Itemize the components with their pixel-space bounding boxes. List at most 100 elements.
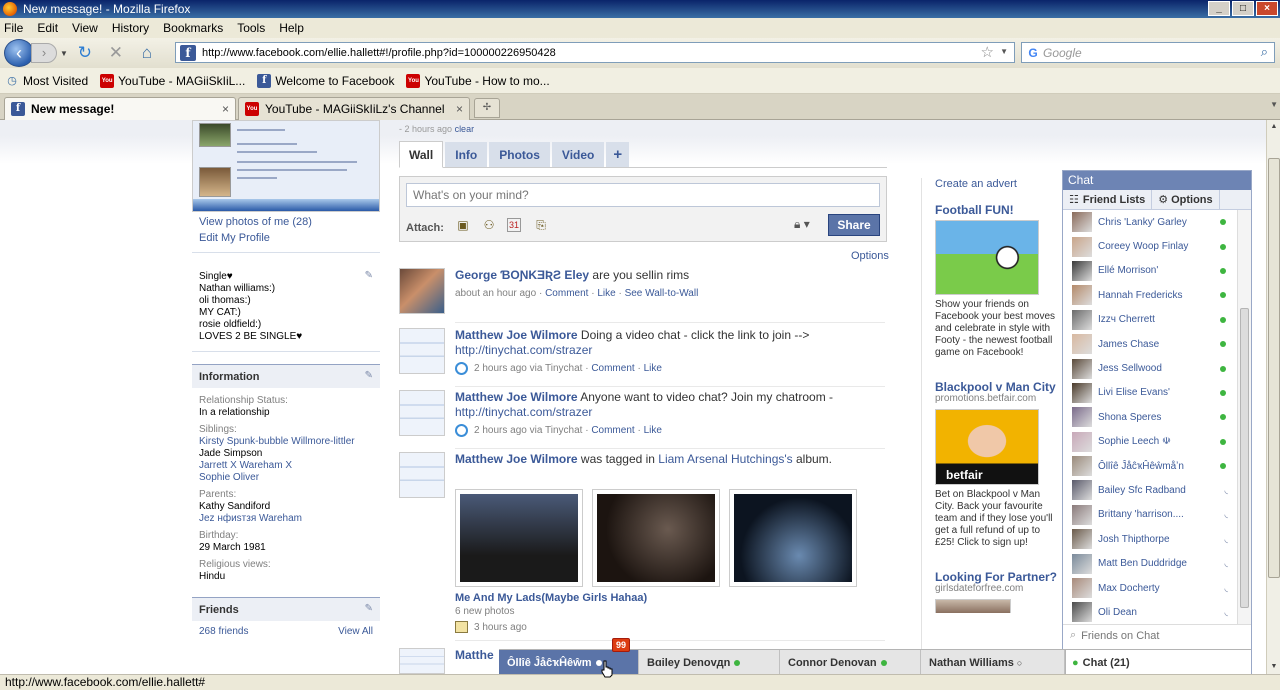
maximize-button[interactable]: □ bbox=[1232, 1, 1254, 16]
football-ad-image[interactable] bbox=[935, 220, 1039, 295]
view-all-friends-link[interactable]: View All bbox=[338, 626, 373, 637]
search-icon[interactable]: ⌕ bbox=[1261, 44, 1268, 60]
photo-thumbnail[interactable] bbox=[199, 167, 231, 197]
chat-friend-row[interactable]: Brittany 'harrison.... ◟ bbox=[1063, 503, 1251, 527]
reload-icon[interactable]: ↻ bbox=[74, 42, 96, 64]
ad-title-link[interactable]: Blackpool v Man City bbox=[935, 381, 1060, 393]
story-author-link[interactable]: Matthew Joe Wilmore bbox=[455, 390, 578, 404]
comment-link[interactable]: Comment bbox=[591, 361, 634, 376]
chat-tab[interactable]: Nathan Williams ○ bbox=[921, 650, 1065, 674]
close-window-button[interactable]: × bbox=[1256, 1, 1278, 16]
avatar[interactable] bbox=[399, 268, 445, 314]
clear-link[interactable]: clear bbox=[455, 124, 475, 134]
comment-link[interactable]: Comment bbox=[591, 423, 634, 438]
menu-view[interactable]: View bbox=[72, 21, 98, 35]
album-photo[interactable] bbox=[729, 489, 857, 587]
wall-to-wall-link[interactable]: See Wall-to-Wall bbox=[625, 286, 699, 301]
menu-help[interactable]: Help bbox=[279, 21, 304, 35]
chat-friend-row[interactable]: Ôllîê ĴåĉҡĤêŵmåʼn bbox=[1063, 454, 1251, 478]
tab-wall[interactable]: Wall bbox=[399, 141, 444, 168]
minimize-button[interactable]: _ bbox=[1208, 1, 1230, 16]
page-scroll-thumb[interactable] bbox=[1268, 158, 1280, 578]
close-tab-icon[interactable]: × bbox=[222, 102, 229, 116]
chat-friend-row[interactable]: Sophie Leech ☫ bbox=[1063, 430, 1251, 454]
like-link[interactable]: Like bbox=[597, 286, 615, 301]
chat-friend-row[interactable]: Ellé Morrison' bbox=[1063, 259, 1251, 283]
close-tab-icon[interactable]: × bbox=[456, 102, 463, 116]
chat-scrollbar[interactable] bbox=[1237, 210, 1251, 624]
search-bar[interactable]: G Google ⌕ bbox=[1021, 42, 1275, 63]
edit-profile-link[interactable]: Edit My Profile bbox=[199, 232, 380, 244]
friend-lists-button[interactable]: ☷ Friend Lists bbox=[1063, 189, 1153, 210]
story-author-link[interactable]: Matthe bbox=[455, 648, 494, 662]
bookmark-youtube-channel[interactable]: You YouTube - MAGiiSkIiL... bbox=[100, 73, 245, 88]
profile-photo-strip[interactable] bbox=[192, 120, 380, 212]
event-attach-icon[interactable]: 31 bbox=[507, 218, 521, 232]
avatar[interactable] bbox=[399, 648, 445, 674]
chat-friend-row[interactable]: Josh Thipthorpe ◟ bbox=[1063, 527, 1251, 551]
chat-friend-row[interactable]: James Chase bbox=[1063, 332, 1251, 356]
album-title-link[interactable]: Me And My Lads(Maybe Girls Hahaa) bbox=[455, 592, 885, 604]
chat-friend-row[interactable]: Jess Sellwood bbox=[1063, 356, 1251, 380]
sibling-link[interactable]: Jarrett X Wareham X bbox=[199, 460, 373, 472]
photo-attach-icon[interactable]: ▣ bbox=[455, 217, 471, 233]
comment-link[interactable]: Comment bbox=[545, 286, 588, 301]
share-button[interactable]: Share bbox=[828, 214, 880, 236]
dating-ad-image[interactable] bbox=[935, 599, 1011, 613]
url-bar[interactable]: f http://www.facebook.com/ellie.hallett#… bbox=[175, 42, 1015, 63]
story-author-link[interactable]: George ƁOƝKƎƦƧ Eley bbox=[455, 268, 589, 282]
bookmark-youtube-how-to[interactable]: You YouTube - How to mo... bbox=[406, 73, 550, 88]
chat-friend-row[interactable]: Livi Elise Evans' bbox=[1063, 381, 1251, 405]
bookmark-facebook[interactable]: f Welcome to Facebook bbox=[257, 73, 394, 88]
tab-photos[interactable]: Photos bbox=[489, 142, 550, 167]
avatar[interactable] bbox=[399, 452, 445, 498]
ad-title-link[interactable]: Looking For Partner? bbox=[935, 571, 1060, 583]
status-input[interactable]: What's on your mind? bbox=[406, 183, 880, 207]
chat-search[interactable]: ⌕ Friends on Chat bbox=[1063, 624, 1251, 646]
history-dropdown-icon[interactable]: ▼ bbox=[60, 49, 68, 58]
chat-friend-row[interactable]: Max Docherty ◟ bbox=[1063, 576, 1251, 600]
edit-pencil-icon[interactable]: ✎ bbox=[365, 603, 373, 614]
bookmark-most-visited[interactable]: ◷ Most Visited bbox=[5, 74, 88, 88]
chat-header[interactable]: Chat bbox=[1063, 171, 1251, 190]
menu-tools[interactable]: Tools bbox=[237, 21, 265, 35]
sibling-link[interactable]: Sophie Oliver bbox=[199, 472, 373, 484]
chat-friend-row[interactable]: Izzч Cherrett bbox=[1063, 308, 1251, 332]
album-photo[interactable] bbox=[592, 489, 720, 587]
chat-friend-row[interactable]: Matt Ben Duddridge ◟ bbox=[1063, 551, 1251, 575]
create-advert-link[interactable]: Create an advert bbox=[935, 178, 1060, 190]
friends-count-link[interactable]: 268 friends bbox=[199, 626, 248, 637]
url-text[interactable]: http://www.facebook.com/ellie.hallett#!/… bbox=[202, 47, 556, 59]
like-link[interactable]: Like bbox=[644, 361, 662, 376]
menu-history[interactable]: History bbox=[112, 21, 149, 35]
menu-edit[interactable]: Edit bbox=[37, 21, 58, 35]
view-photos-link[interactable]: View photos of me (28) bbox=[199, 216, 380, 228]
url-dropdown-icon[interactable]: ▼ bbox=[1000, 47, 1008, 56]
tab-youtube[interactable]: You YouTube - MAGiiSkIiLz's Channel × bbox=[238, 97, 470, 120]
bookmark-star-icon[interactable]: ☆ bbox=[981, 43, 994, 61]
avatar[interactable] bbox=[399, 390, 445, 436]
stop-icon[interactable]: ✕ bbox=[105, 42, 127, 64]
chat-tab[interactable]: Bɑiley Denovдn bbox=[639, 650, 780, 674]
chat-friend-row[interactable]: Bailey Sfc Radband ◟ bbox=[1063, 478, 1251, 502]
scroll-down-icon[interactable]: ▼ bbox=[1268, 660, 1280, 674]
story-author-link[interactable]: Matthew Joe Wilmore bbox=[455, 452, 578, 466]
menu-bookmarks[interactable]: Bookmarks bbox=[163, 21, 223, 35]
tab-new-message[interactable]: f New message! × bbox=[4, 97, 236, 120]
album-owner-link[interactable]: Liam Arsenal Hutchings's bbox=[658, 452, 792, 466]
chat-tab[interactable]: Connor Denovan bbox=[780, 650, 921, 674]
new-tab-button[interactable]: ✢ bbox=[474, 98, 500, 118]
like-link[interactable]: Like bbox=[644, 423, 662, 438]
betfair-ad-image[interactable]: betfair bbox=[935, 409, 1039, 485]
page-scrollbar[interactable]: ▲ ▼ bbox=[1266, 120, 1280, 674]
parent-link[interactable]: Jez нфиsтзя Wareham bbox=[199, 513, 373, 525]
chat-friend-row[interactable]: Shona Speres bbox=[1063, 405, 1251, 429]
avatar[interactable] bbox=[399, 328, 445, 374]
back-button[interactable]: ‹ bbox=[4, 39, 34, 67]
album-photo[interactable] bbox=[455, 489, 583, 587]
chat-tab-active[interactable]: Ôllîê ĴåĉҡĤêŵm 99 bbox=[499, 638, 639, 674]
scroll-up-icon[interactable]: ▲ bbox=[1268, 120, 1280, 134]
edit-pencil-icon[interactable]: ✎ bbox=[365, 270, 373, 281]
chat-scroll-thumb[interactable] bbox=[1240, 308, 1249, 608]
chat-friend-row[interactable]: Coreey Woop Finlay bbox=[1063, 234, 1251, 258]
